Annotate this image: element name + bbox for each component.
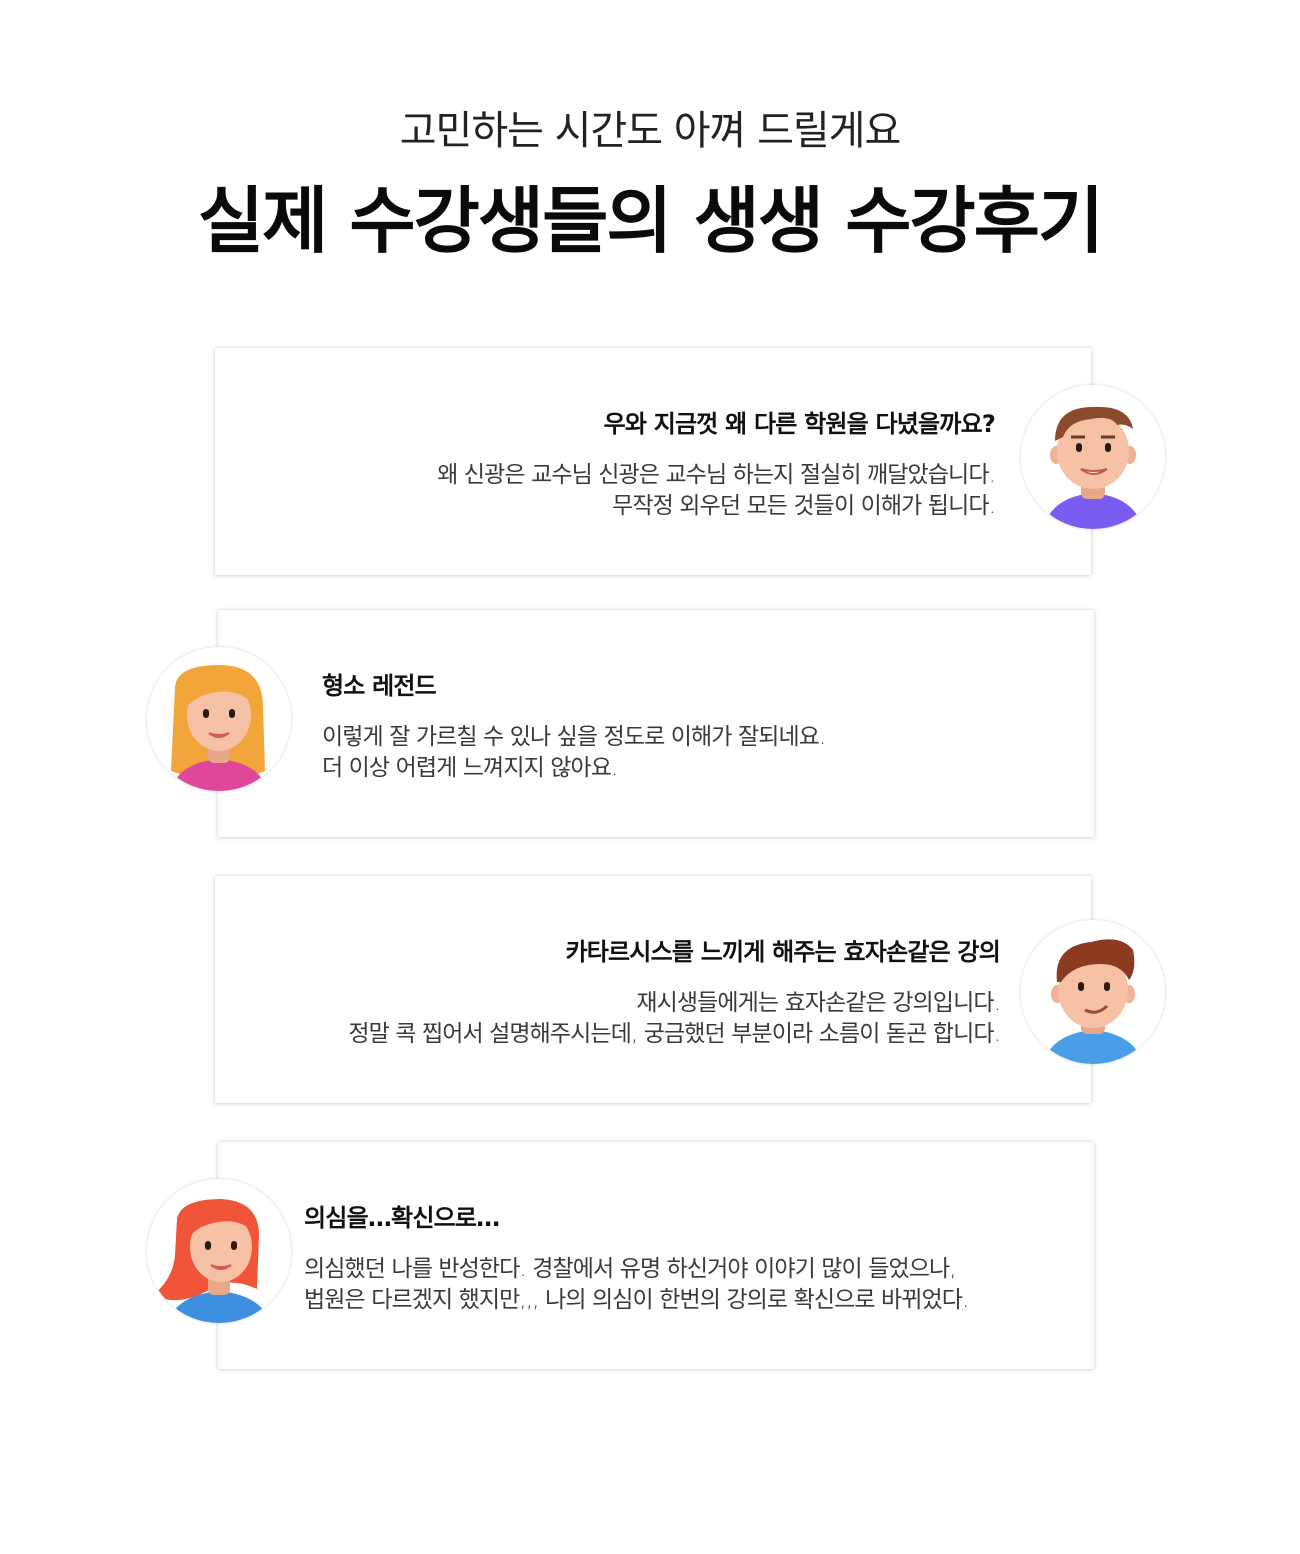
male-avatar-icon <box>1021 385 1165 529</box>
review-card-1: 우와 지금껏 왜 다른 학원을 다녔을까요? 왜 신광은 교수님 신광은 교수님… <box>215 348 1091 575</box>
review-heading: 우와 지금껏 왜 다른 학원을 다녔을까요? <box>603 410 996 438</box>
review-line: 의심했던 나를 반성한다. 경찰에서 유명 하신거야 이야기 많이 들었으나, <box>304 1256 957 1282</box>
review-heading: 형소 레전드 <box>322 672 437 700</box>
section-title: 실제 수강생들의 생생 수강후기 <box>197 179 1104 263</box>
review-heading: 의심을…확신으로… <box>304 1204 500 1232</box>
review-card-2: 형소 레전드 이렇게 잘 가르칠 수 있나 싶을 정도로 이해가 잘되네요. 더… <box>218 610 1094 837</box>
section-subtitle: 고민하는 시간도 아껴 드릴게요 <box>399 108 902 154</box>
review-heading: 카타르시스를 느끼게 해주는 효자손같은 강의 <box>565 938 1000 966</box>
review-line: 정말 콕 찝어서 설명해주시는데, 궁금했던 부분이라 소름이 돋곤 합니다. <box>348 1021 1001 1047</box>
female-avatar-icon <box>147 647 291 791</box>
review-line: 더 이상 어렵게 느껴지지 않아요. <box>322 755 618 781</box>
male-avatar-icon <box>1021 920 1165 1064</box>
female-avatar-icon <box>147 1179 291 1323</box>
review-card-3: 카타르시스를 느끼게 해주는 효자손같은 강의 재시생들에게는 효자손같은 강의… <box>215 876 1091 1103</box>
review-line: 법원은 다르겠지 했지만,,, 나의 의심이 한번의 강의로 확신으로 바뀌었다… <box>304 1287 969 1313</box>
review-card-4: 의심을…확신으로… 의심했던 나를 반성한다. 경찰에서 유명 하신거야 이야기… <box>218 1142 1094 1369</box>
review-line: 재시생들에게는 효자손같은 강의입니다. <box>636 990 1001 1016</box>
review-line: 무작정 외우던 모든 것들이 이해가 됩니다. <box>612 493 996 519</box>
review-line: 이렇게 잘 가르칠 수 있나 싶을 정도로 이해가 잘되네요. <box>322 724 826 750</box>
review-line: 왜 신광은 교수님 신광은 교수님 하는지 절실히 깨달았습니다. <box>437 462 996 488</box>
